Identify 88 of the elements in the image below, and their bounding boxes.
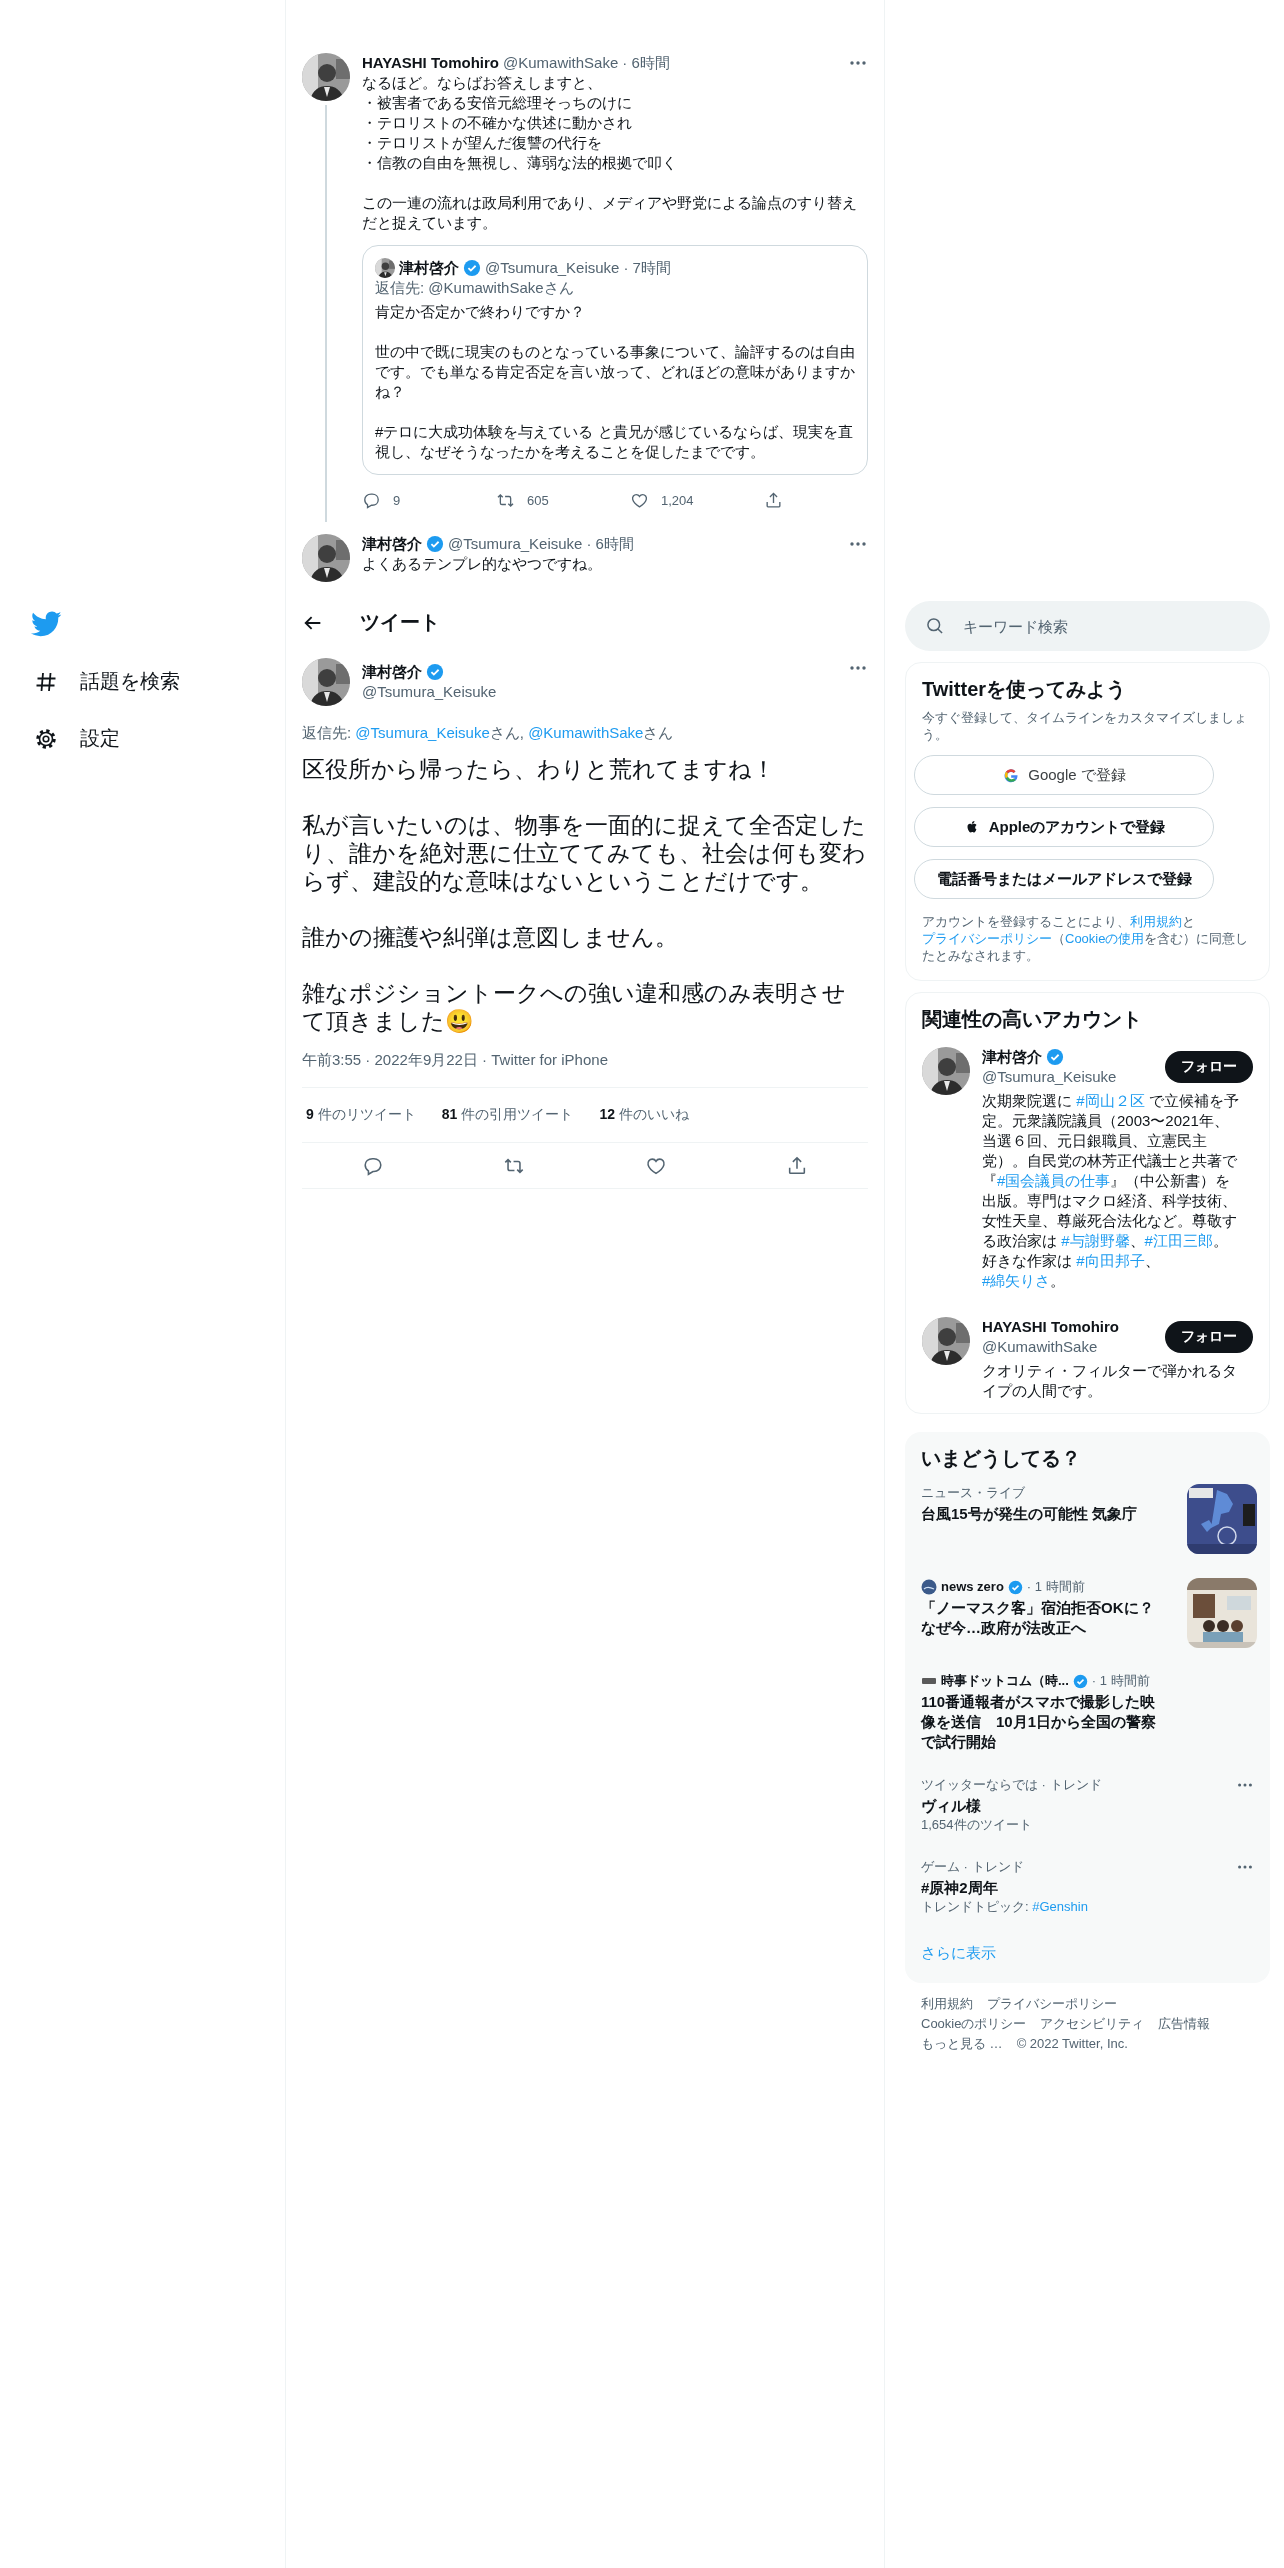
card-title: 関連性の高いアカウント [921, 1007, 1143, 1032]
trend-title: ヴィル様 [921, 1796, 982, 1816]
stat-link[interactable]: 12 件のいいね [599, 1106, 689, 1124]
trend-item[interactable]: news zero · 1 時間前 「ノーマスク客」宿泊拒否OKに？なぜ今…政府が法改正へ [905, 1566, 1270, 1660]
signup-button[interactable]: 電話番号またはメールアドレスで登録 [914, 859, 1214, 899]
stat-link[interactable]: 81 件の引用ツイート [441, 1106, 574, 1124]
user-handle[interactable]: @Tsumura_Keisuke [448, 534, 583, 554]
tweet-text: ・被害者である安倍元総理そっちのけに [362, 93, 633, 113]
signup-button[interactable]: Appleのアカウントで登録 [914, 807, 1214, 847]
trend-context: ニュース・ライブ [921, 1484, 1026, 1502]
follow-button[interactable]: フォロー [1165, 1321, 1253, 1353]
share-icon[interactable] [764, 491, 783, 510]
tweet-meta: 午前3:55 · 2022年9月22日 · Twitter for iPhone [302, 1050, 609, 1070]
trend-title: 110番通報者がスマホで撮影した映像を送信 10月1日から全国の警察で試行開始 [921, 1692, 1158, 1752]
nav-item[interactable]: 話題を検索 [34, 666, 188, 697]
trend-title: 台風15号が発生の可能性 気象庁 [921, 1504, 1138, 1524]
search-field[interactable]: キーワード検索 [905, 601, 1270, 651]
post-time: · 1 時間前 [1091, 1672, 1150, 1690]
tweet-text: なるほど。ならばお答えしますと、 [362, 73, 603, 93]
user-name[interactable]: HAYASHI Tomohiro [982, 1317, 1119, 1337]
user-handle[interactable]: @Tsumura_Keisuke [362, 682, 497, 702]
card-title: いまどうしてる？ [920, 1446, 1082, 1471]
user-handle[interactable]: @KumawithSake [502, 53, 619, 73]
action-count: 605 [527, 493, 549, 508]
trend-meta: トレンドトピック: #Genshin [921, 1898, 1089, 1916]
tweet-text: 肯定か否定かで終わりですか？ [375, 302, 586, 322]
user-name[interactable]: 津村啓介 [982, 1047, 1042, 1067]
tweet-text: 雑なポジショントークへの強い違和感のみ表明させて頂きました😃 [302, 979, 847, 1035]
reply-to-text: 返信先: @Tsumura_Keisukeさん, @KumawithSakeさん [302, 723, 675, 743]
tweet-text: ・テロリストの不確かな供述に動かされ [362, 113, 633, 133]
source-name: 時事ドットコム（時... [941, 1672, 1069, 1690]
trend-title: 「ノーマスク客」宿泊拒否OKに？なぜ今…政府が法改正へ [921, 1598, 1155, 1638]
user-name[interactable]: 津村啓介 [362, 662, 422, 682]
tweet-text: この一連の流れは政局利用であり、メディアや野党による論点のすり替えだと捉えています。 [362, 193, 858, 233]
trend-item[interactable]: ツイッターならでは · トレンド ヴィル様 1,654件のツイート [905, 1764, 1270, 1846]
user-bio: クオリティ・フィルターで弾かれるタイプの人間です。 [982, 1361, 1238, 1401]
trend-context: ゲーム · トレンド [921, 1858, 1025, 1876]
tweet-time[interactable]: · 6時間 [622, 53, 670, 73]
card-title: Twitterを使ってみよう [921, 677, 1128, 702]
trend-context: ツイッターならでは · トレンド [921, 1776, 1103, 1794]
footer-link[interactable]: プライバシーポリシー [987, 1995, 1117, 2013]
footer-link[interactable]: アクセシビリティ [1040, 2015, 1145, 2033]
tweet-text: 誰かの擁護や糾弾は意図しません。 [302, 923, 679, 951]
source-name: news zero [941, 1578, 1004, 1596]
signup-text: 今すぐ登録して、タイムラインをカスタマイズしましょう。 [922, 709, 1248, 743]
trend-item[interactable]: ニュース・ライブ 台風15号が発生の可能性 気象庁 [905, 1472, 1270, 1566]
retweet-icon[interactable] [496, 491, 515, 510]
heart-icon[interactable] [630, 491, 649, 510]
quoted-tweet[interactable]: 津村啓介 @Tsumura_Keisuke · 7時間 返信先: @KumawithSakeさん 肯定か否定かで終わりですか？ 世の中で既に現実のものとなっている事象について、論評するのは自由です。でも単なる肯定否定を言い放って、どれほどの意味がありますかね？ #テロに大成功体験を与えている と貴兄が感じているならば、現実を直視し、なぜそうなったかを考えることを促したまでです。 [362, 245, 868, 475]
nav-item[interactable]: 設定 [34, 723, 128, 754]
signup-button[interactable]: Google で登録 [914, 755, 1214, 795]
reply-icon[interactable] [362, 491, 381, 510]
tweet-text: #テロに大成功体験を与えている と貴兄が感じているならば、現実を直視し、なぜそうなったかを考えることを促したまでです。 [375, 422, 854, 462]
user-handle[interactable]: @Tsumura_Keisuke [982, 1067, 1117, 1087]
user-name[interactable]: 津村啓介 [362, 534, 422, 554]
tweet-text: ・信教の自由を無視し、薄弱な法的根拠で叩く [362, 153, 678, 173]
user-name[interactable]: HAYASHI Tomohiro [362, 53, 499, 73]
tweet-text: よくあるテンプレ的なやつですね。 [362, 554, 603, 574]
tweet-time[interactable]: · 6時間 [586, 534, 634, 554]
tweet-text: 世の中で既に現実のものとなっている事象について、論評するのは自由です。でも単なる肯定否定を言い放って、どれほどの意味がありますかね？ [375, 342, 855, 402]
footer-link[interactable]: 広告情報 [1158, 2015, 1211, 2033]
follow-button[interactable]: フォロー [1165, 1051, 1253, 1083]
page-title: ツイート [360, 610, 440, 635]
trend-title: #原神2周年 [921, 1878, 999, 1898]
user-bio: 次期衆院選に #岡山２区 で立候補を予定。元衆議院議員（2003〜2021年、当選６回、元日銀職員、立憲民主党）。自民党の林芳正代議士と共著で『#国会議員の仕事』（中公新書）を出版。専門はマクロ経済、科学技術、女性天皇、尊厳死合法化など。尊敬する政治家は #与謝野馨、#江田三郎。好きな作家は #向田邦子、 #綿矢りさ。 [982, 1091, 1240, 1291]
post-time: · 1 時間前 [1026, 1578, 1085, 1596]
tweet-time: · 7時間 [623, 258, 671, 278]
footer-link[interactable]: Cookieのポリシー [921, 2015, 1027, 2033]
tweet-text: 区役所から帰ったら、わりと荒れてますね！ [302, 755, 776, 783]
reply-to-text: 返信先: @KumawithSakeさん [375, 278, 575, 298]
action-count: 1,204 [661, 493, 694, 508]
tweet-text: ・テロリストが望んだ復讐の代行を [362, 133, 603, 153]
stat-link[interactable]: 9 件のリツイート [306, 1106, 416, 1124]
trend-item[interactable]: 時事ドットコム（時... · 1 時間前 110番通報者がスマホで撮影した映像を送信 10月1日から全国の警察で試行開始 [905, 1660, 1270, 1764]
settings-icon [34, 726, 58, 751]
trend-item[interactable]: ゲーム · トレンド #原神2周年 トレンドトピック: #Genshin [905, 1846, 1270, 1928]
footer-link[interactable]: もっと見る … [921, 2035, 1003, 2053]
tweet-text: 私が言いたいのは、物事を一面的に捉えて全否定したり、誰かを絶対悪に仕立ててみても、社会は何も変わらず、建設的な意味はないということだけです。 [302, 811, 867, 895]
search-icon [925, 616, 945, 636]
trend-meta: 1,654件のツイート [921, 1816, 1033, 1834]
logo-icon [921, 1579, 937, 1595]
user-handle: @Tsumura_Keisuke [485, 258, 620, 278]
copyright-text: © 2022 Twitter, Inc. [1016, 2035, 1128, 2053]
action-count: 9 [393, 493, 401, 508]
legal-text: アカウントを登録することにより、利用規約 と プライバシーポリシー（Cookieの使用を含む）に同意したとみなされます。 [922, 913, 1250, 964]
user-name: 津村啓介 [399, 258, 459, 278]
footer-link[interactable]: 利用規約 [921, 1995, 973, 2013]
user-handle[interactable]: @KumawithSake [982, 1337, 1119, 1357]
